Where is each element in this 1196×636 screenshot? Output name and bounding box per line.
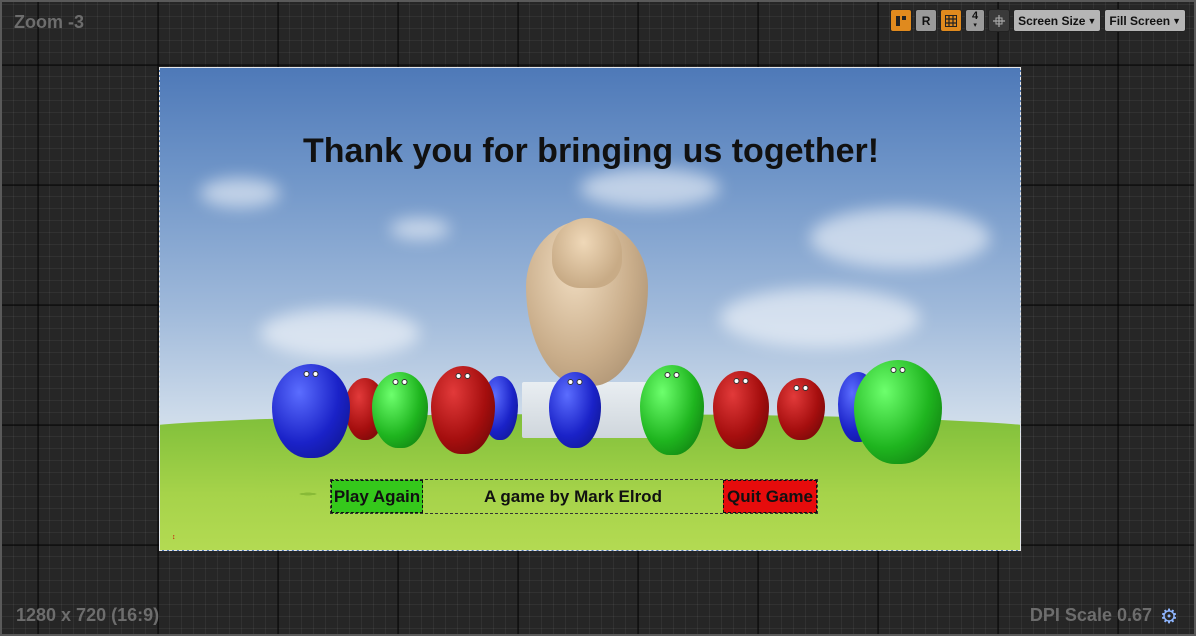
red-blob [431,366,495,454]
gear-icon[interactable]: ⚙ [1160,604,1178,629]
blob-eyes [392,379,408,385]
zoom-level-label: Zoom -3 [14,12,84,32]
thank-you-title: Thank you for bringing us together! [302,132,880,170]
chevron-down-icon: ▼ [1087,15,1097,26]
grid-snap-value[interactable]: 4 ▾ [965,9,986,32]
green-blob [640,365,704,455]
axis-gizmo-icon: ↕ [172,534,176,541]
screen-size-dropdown[interactable]: Screen Size ▼ [1013,9,1102,32]
widget-preview-viewport[interactable]: Thank you for bringing us together! Play… [159,67,1021,551]
move-icon[interactable] [988,9,1011,32]
cloud [200,178,280,208]
cloud [390,218,450,240]
blob-eyes [664,372,680,378]
dpi-scale-label: DPI Scale 0.67 [1029,605,1152,625]
blob-eyes [303,371,319,377]
designer-toolbar: R 4 ▾ Screen Size ▼ Fill Screen ▼ [890,9,1186,32]
widget-designer-canvas[interactable]: Zoom -3 R 4 ▾ Screen Size ▼ Fill Screen … [0,0,1196,636]
play-again-button[interactable]: Play Again [331,480,423,513]
blob-eyes [455,373,471,379]
fill-screen-dropdown[interactable]: Fill Screen ▼ [1104,9,1186,32]
cloud [810,208,990,268]
resolution-label: 1280 x 720 (16:9) [16,605,160,625]
cloud [720,288,920,348]
blob-eyes [567,379,583,385]
blue-blob [549,372,601,448]
blob-eyes [733,378,749,384]
red-blob [713,371,769,449]
screen-size-label: Screen Size [1018,13,1086,28]
r-toggle-button[interactable]: R [915,9,938,32]
grid-icon[interactable] [940,9,963,32]
credit-text: A game by Mark Elrod [484,486,662,506]
large-tan-blob-head [552,218,622,288]
green-blob [372,372,428,448]
cloud [260,308,420,358]
grid-snap-number: 4 [972,9,979,22]
blob-eyes [793,385,809,391]
layout-icon[interactable] [890,9,913,32]
fill-screen-label: Fill Screen [1109,13,1171,28]
blue-blob [272,364,350,458]
cloud [580,168,720,208]
green-blob [854,360,942,464]
chevron-down-icon: ▼ [1172,15,1181,26]
button-row: Play Again A game by Mark Elrod Quit Gam… [330,479,818,514]
blob-eyes [890,367,906,373]
chevron-down-icon: ▾ [973,21,977,29]
quit-game-button[interactable]: Quit Game [723,480,817,513]
red-blob [777,378,825,440]
